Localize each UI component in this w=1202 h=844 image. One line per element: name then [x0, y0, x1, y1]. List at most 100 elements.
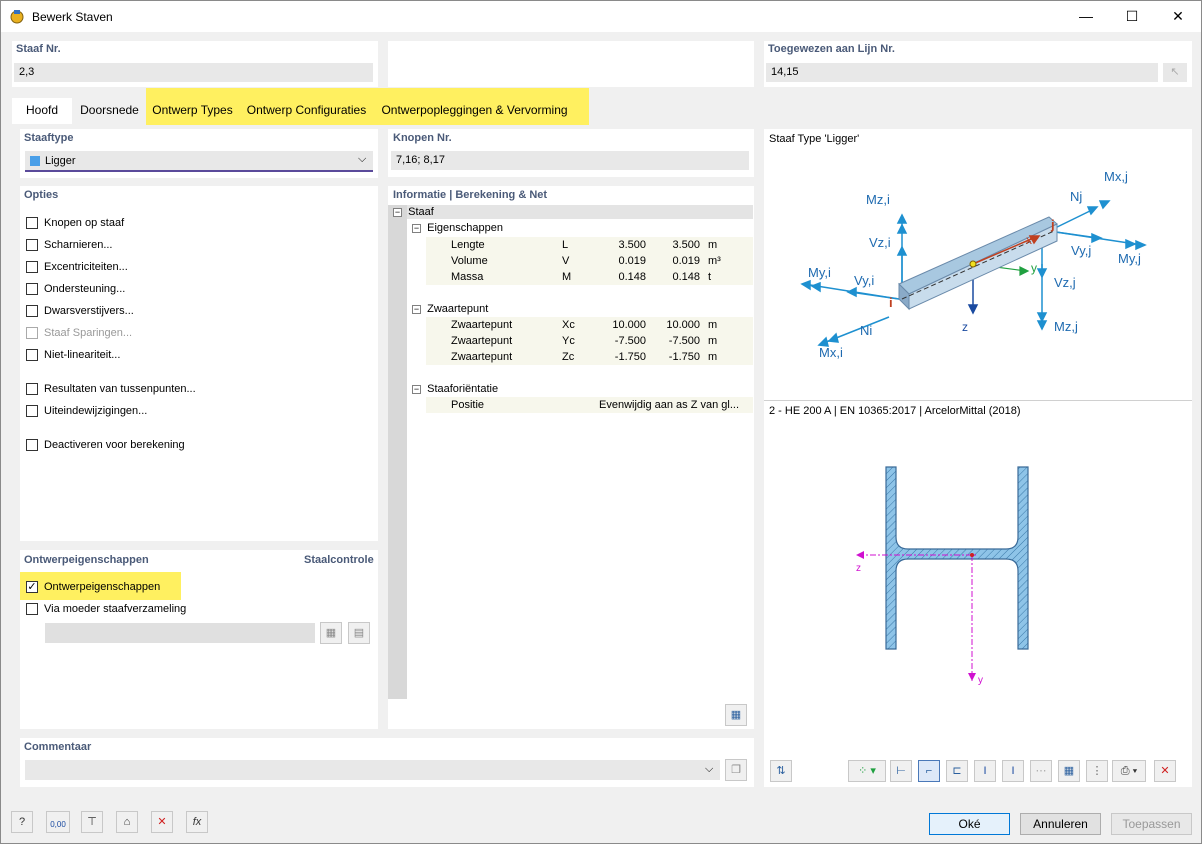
tab-hoofd[interactable]: Hoofd — [12, 98, 72, 124]
niet-lineariteit-checkbox[interactable] — [26, 349, 38, 361]
help-icon[interactable]: ? — [11, 811, 33, 833]
grid-icon[interactable]: ▦ — [1058, 760, 1080, 782]
prop-name: Lengte — [451, 239, 485, 251]
info-label: Informatie | Berekening & Net — [393, 189, 548, 201]
staalcontrole-label: Staalcontrole — [304, 554, 374, 566]
tab-doorsnede[interactable]: Doorsnede — [74, 98, 145, 123]
tab-ontwerpopleggingen[interactable]: Ontwerpopleggingen & Vervorming — [376, 98, 573, 123]
maximize-button[interactable]: ☐ — [1109, 1, 1155, 32]
ontwerp-panel: Ontwerpeigenschappen Staalcontrole ✓ Ont… — [20, 550, 378, 729]
zp-v2: -1.750 — [668, 351, 700, 363]
staaftype-label: Staaftype — [24, 132, 74, 144]
units-icon[interactable]: 0,00 — [46, 811, 70, 833]
moeder-checkbox[interactable] — [26, 603, 38, 615]
i-profile-outline-icon[interactable]: I — [1002, 760, 1024, 782]
toegewezen-input[interactable]: 14,15 — [766, 63, 1158, 82]
ligger-color-icon — [30, 156, 40, 166]
knopen-label: Knopen op staaf — [44, 217, 125, 229]
deactiveren-checkbox[interactable] — [26, 439, 38, 451]
zwaartepunt-node[interactable]: − Zwaartepunt — [412, 301, 488, 317]
dwarsverstijvers-checkbox[interactable] — [26, 305, 38, 317]
prop-sym: V — [562, 255, 570, 267]
member-diagram: Mz,i Vz,i My,i Vy,i Ni Mx,i Nj Mx,j Vy,j… — [800, 169, 1147, 360]
points-dropdown-icon[interactable]: ⁘ ▾ — [848, 760, 886, 782]
tussenpunten-checkbox[interactable] — [26, 383, 38, 395]
empty-panel — [388, 41, 754, 87]
i-label: i — [889, 295, 893, 310]
list-icon[interactable]: ⋮ — [1086, 760, 1108, 782]
pick-line-icon[interactable]: ↖ — [1163, 63, 1187, 82]
view-icon[interactable]: ⌂ — [116, 811, 138, 833]
zp-v2: -7.500 — [668, 335, 700, 347]
uiteindewijzigingen-label: Uiteindewijzigingen... — [44, 405, 148, 417]
tab-ontwerp-types[interactable]: Ontwerp Types — [148, 98, 237, 123]
delete-icon[interactable]: ✕ — [151, 811, 173, 833]
zp-sym: Zc — [562, 351, 575, 363]
tab-ontwerp-configuraties[interactable]: Ontwerp Configuraties — [240, 98, 373, 123]
mzj-label: Mz,j — [1054, 319, 1078, 334]
scharnieren-checkbox[interactable] — [26, 239, 38, 251]
axes-icon[interactable]: ⌐ — [918, 760, 940, 782]
numbering-icon: ⋯ — [1030, 760, 1052, 782]
prop-name: Volume — [451, 255, 488, 267]
commentaar-input[interactable]: ⌵ — [25, 760, 720, 780]
sparingen-label: Staaf Sparingen... — [44, 327, 133, 339]
knopen-input[interactable]: 7,16; 8,17 — [391, 151, 749, 170]
opties-panel: Opties Knopen op staaf Scharnieren... Ex… — [20, 186, 378, 541]
section-axes-icon[interactable]: ⊏ — [946, 760, 968, 782]
ontwerp-check-label: Ontwerpeigenschappen — [44, 581, 161, 593]
eigenschappen-node-label: Eigenschappen — [427, 222, 503, 234]
ondersteuning-checkbox[interactable] — [26, 283, 38, 295]
edit-set-icon: ▤ — [348, 622, 370, 644]
prop-unit: m — [708, 239, 718, 251]
title-bar: Bewerk Staven — ☐ ✕ — [1, 1, 1201, 32]
z-axis-label: z — [962, 320, 968, 334]
prop-name: Massa — [451, 271, 484, 283]
ok-button[interactable]: Oké — [929, 813, 1010, 835]
staaf-node[interactable]: − Staaf — [393, 204, 434, 220]
reset-view-icon[interactable]: ✕ — [1154, 760, 1176, 782]
orientatie-node[interactable]: − Staaforiëntatie — [412, 381, 498, 397]
info-panel: Informatie | Berekening & Net − Staaf − … — [388, 186, 754, 729]
tussenpunten-label: Resultaten van tussenpunten... — [44, 383, 196, 395]
eigenschappen-node[interactable]: − Eigenschappen — [412, 220, 503, 236]
copy-comment-icon[interactable]: ❐ — [725, 759, 747, 781]
table-options-icon[interactable]: ▦ — [725, 704, 747, 726]
diagram-divider — [764, 400, 1192, 401]
sparingen-checkbox — [26, 327, 38, 339]
vyi-label: Vy,i — [854, 273, 874, 288]
uiteindewijzigingen-checkbox[interactable] — [26, 405, 38, 417]
zp-name: Zwaartepunt — [451, 319, 513, 331]
staaftype-select[interactable]: Ligger ⌵ — [25, 151, 373, 172]
chevron-down-icon: ⌵ — [358, 153, 367, 165]
knopen-checkbox[interactable] — [26, 217, 38, 229]
prop-v1: 0.019 — [618, 255, 646, 267]
mzi-label: Mz,i — [866, 192, 890, 207]
staaftype-value: Ligger — [45, 155, 76, 167]
dimension-icon[interactable]: ⊢ — [890, 760, 912, 782]
print-dropdown-icon[interactable]: ⎙ ▾ — [1112, 760, 1146, 782]
zp-unit: m — [708, 319, 718, 331]
section-info-icon[interactable]: ⊤ — [81, 811, 103, 833]
staaf-nr-input[interactable]: 2,3 — [14, 63, 373, 82]
ontwerp-checkbox[interactable]: ✓ — [26, 581, 38, 593]
scharnieren-label: Scharnieren... — [44, 239, 113, 251]
formula-icon[interactable]: fx — [186, 811, 208, 833]
vzi-label: Vz,i — [869, 235, 891, 250]
minimize-button[interactable]: — — [1063, 1, 1109, 32]
commentaar-label: Commentaar — [24, 741, 92, 753]
diagram-panel: Staaf Type 'Ligger' Mz,i Vz,i My,i Vy,i … — [764, 129, 1192, 787]
excentriciteiten-checkbox[interactable] — [26, 261, 38, 273]
ontwerp-label: Ontwerpeigenschappen — [24, 554, 149, 566]
cancel-button[interactable]: Annuleren — [1020, 813, 1101, 835]
vyj-label: Vy,j — [1071, 243, 1091, 258]
swap-view-icon[interactable]: ⇅ — [770, 760, 792, 782]
i-profile-icon[interactable]: I — [974, 760, 996, 782]
dialog-window: Bewerk Staven — ☐ ✕ Staaf Nr. 2,3 Toegew… — [0, 0, 1202, 844]
staaf-node-label: Staaf — [408, 206, 434, 218]
vzj-label: Vz,j — [1054, 275, 1076, 290]
zp-unit: m — [708, 351, 718, 363]
prop-v2: 0.019 — [672, 255, 700, 267]
mxj-label: Mx,j — [1104, 169, 1128, 184]
close-button[interactable]: ✕ — [1155, 1, 1201, 32]
